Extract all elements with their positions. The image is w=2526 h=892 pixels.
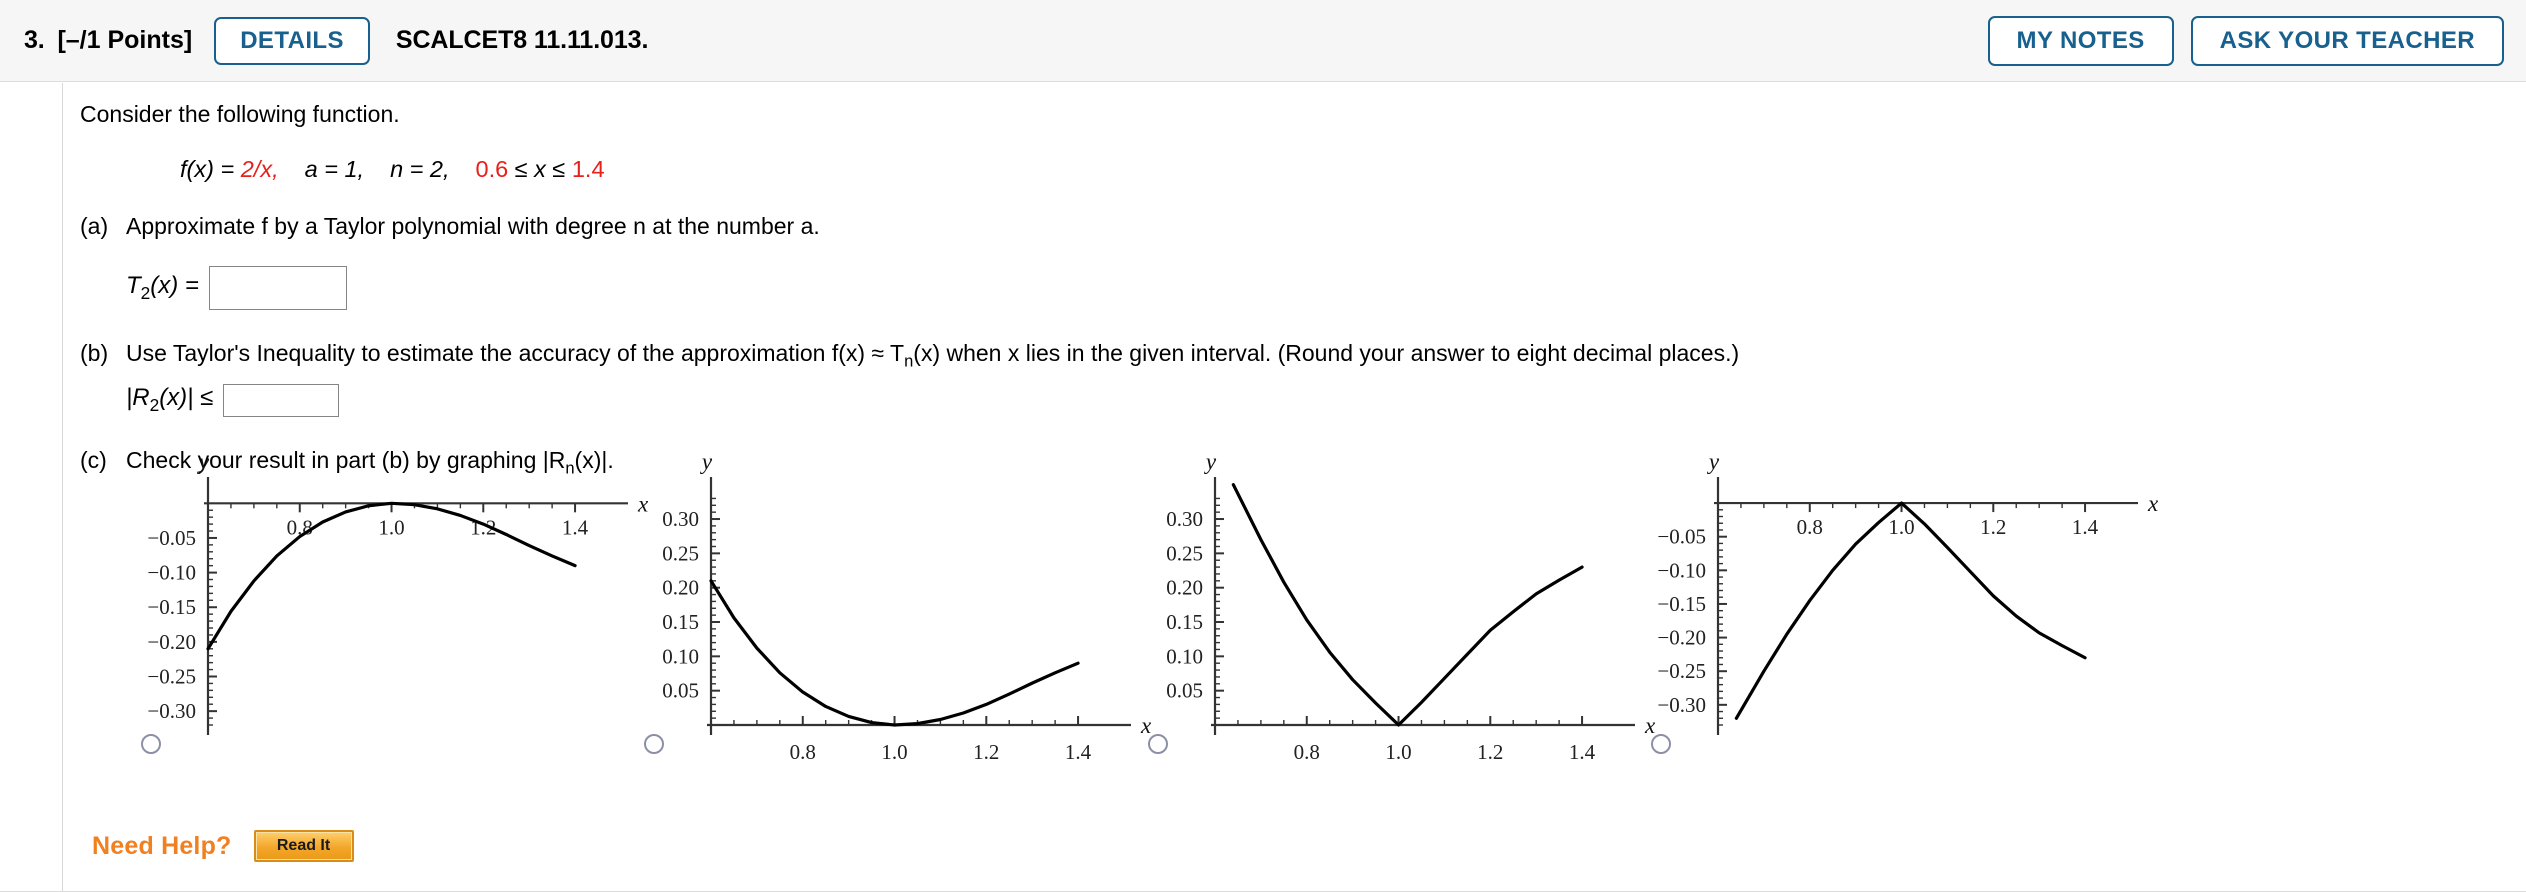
x-tick-label: 1.2 (1477, 740, 1503, 764)
details-button[interactable]: DETAILS (214, 16, 370, 65)
part-a-answer-label: T2(x) = (126, 272, 199, 303)
y-tick-label: 0.20 (1166, 576, 1203, 600)
radio-choice-2[interactable] (644, 734, 664, 754)
y-tick-label: −0.25 (147, 665, 196, 689)
y-tick-label: 0.10 (1166, 644, 1203, 668)
y-tick-label: 0.15 (1166, 610, 1203, 634)
part-b-answer-row: |R2(x)| ≤ (126, 383, 2480, 417)
y-axis-label: y (1707, 449, 1720, 474)
intro-text: Consider the following function. (80, 101, 400, 127)
read-it-button[interactable]: Read It (253, 830, 354, 862)
x-tick-label: 1.0 (1385, 740, 1411, 764)
y-tick-label: −0.25 (1657, 659, 1706, 683)
x-tick-label: 1.4 (562, 515, 589, 539)
part-b-answer-input[interactable] (223, 383, 340, 417)
function-lhs: f(x) = (180, 156, 241, 183)
interval-low: 0.6 (475, 156, 509, 183)
y-tick-label: −0.20 (1657, 626, 1706, 650)
graph-choices: 0.8 1.0 1.2 1.4 −0.05 −0.10 −0.15 −0.20 −0.25 −0.… (110, 435, 2430, 765)
part-b-text: Use Taylor's Inequality to estimate the … (126, 340, 1740, 371)
y-tick-label: 0.10 (662, 644, 699, 668)
x-tick-label: 0.8 (1797, 515, 1823, 539)
x-tick-label: 1.0 (378, 515, 404, 539)
points-badge: [–/1 Points] (57, 26, 193, 54)
x-tick-label: 1.4 (1569, 740, 1596, 764)
y-tick-label: 0.05 (662, 679, 699, 703)
part-a-text: Approximate f by a Taylor polynomial wit… (126, 213, 820, 240)
y-tick-label: −0.20 (147, 630, 196, 654)
function-rhs: 2/x, (240, 156, 279, 183)
x-tick-label: 1.2 (973, 740, 999, 764)
y-tick-label: 0.25 (1166, 541, 1203, 565)
y-tick-label: 0.25 (662, 541, 699, 565)
y-tick-label: 0.30 (1166, 507, 1203, 531)
y-tick-label: −0.30 (147, 699, 196, 723)
radio-choice-1[interactable] (141, 734, 161, 754)
x-tick-label: 1.0 (1888, 515, 1914, 539)
left-divider (62, 83, 63, 892)
y-tick-label: −0.30 (1657, 693, 1706, 717)
part-b-label: (b) (80, 340, 109, 367)
header-actions: MY NOTES ASK YOUR TEACHER (1987, 15, 2504, 66)
plot-svg-2: 0.8 1.0 1.2 1.40.050.100.150.200.250.30xy (662, 449, 1152, 764)
x-axis-label: x (2147, 491, 2159, 516)
part-b: (b) Use Taylor's Inequality to estimate … (80, 340, 2480, 372)
question-number: 3. (24, 26, 45, 54)
y-axis-label: y (197, 449, 210, 474)
part-a-label: (a) (80, 213, 109, 240)
y-tick-label: 0.20 (662, 576, 699, 600)
x-tick-label: 1.2 (1980, 515, 2006, 539)
y-tick-label: 0.15 (662, 610, 699, 634)
parameter-a: a = 1, (304, 156, 365, 183)
question-body: Consider the following function. f(x) = … (80, 83, 2480, 478)
need-help-section: Need Help? Read It (92, 830, 354, 862)
y-tick-label: −0.10 (1657, 558, 1706, 582)
problem-code: SCALCET8 11.11.013. (395, 26, 649, 54)
x-tick-label: 0.8 (1294, 740, 1320, 764)
plot-svg-3: 0.8 1.0 1.2 1.40.050.100.150.200.250.30xy (1166, 449, 1656, 764)
y-tick-label: −0.15 (1657, 592, 1706, 616)
y-tick-label: 0.30 (662, 507, 699, 531)
graph-choice-4[interactable]: 0.8 1.0 1.2 1.4 −0.05 −0.10 −0.15 −0.20 −0.25 −0.… (1620, 435, 2180, 765)
y-tick-label: 0.05 (1166, 679, 1203, 703)
y-tick-label: −0.05 (1657, 525, 1706, 549)
my-notes-button[interactable]: MY NOTES (1987, 15, 2174, 66)
interval-high: 1.4 (571, 156, 605, 183)
curve (1231, 483, 1584, 727)
part-a-answer-input[interactable] (208, 266, 347, 311)
y-tick-label: −0.10 (147, 561, 196, 585)
x-tick-label: 1.4 (1065, 740, 1092, 764)
part-a: (a) Approximate f by a Taylor polynomial… (80, 213, 2480, 240)
interval-relation: ≤ x ≤ (508, 156, 572, 183)
part-b-answer-label: |R2(x)| ≤ (126, 384, 214, 416)
plot-svg-1: 0.8 1.0 1.2 1.4−0.05−0.10−0.15−0.20−0.25−0.… (147, 449, 649, 735)
graph-choice-2[interactable]: 0.8 1.0 1.2 1.4 0.05 0.10 0.15 0.20 0.25 0.30 x y (613, 435, 1173, 765)
part-a-answer-row: T2(x) = (126, 266, 2480, 311)
radio-choice-3[interactable] (1148, 734, 1168, 754)
y-tick-label: −0.15 (147, 595, 196, 619)
x-tick-label: 0.8 (790, 740, 816, 764)
need-help-label: Need Help? (92, 831, 232, 860)
x-tick-label: 1.4 (2072, 515, 2099, 539)
y-tick-label: −0.05 (147, 526, 196, 550)
y-axis-label: y (700, 449, 713, 474)
graph-choice-1[interactable]: 0.8 1.0 1.2 1.4 −0.05 −0.10 −0.15 −0.20 −0.25 −0.… (110, 435, 670, 765)
radio-choice-4[interactable] (1651, 734, 1671, 754)
ask-your-teacher-button[interactable]: ASK YOUR TEACHER (2190, 15, 2504, 66)
graph-choice-3[interactable]: 0.8 1.0 1.2 1.4 0.05 0.10 0.15 0.20 0.25 0.30 x y (1117, 435, 1677, 765)
x-tick-label: 1.0 (881, 740, 907, 764)
y-axis-label: y (1204, 449, 1217, 474)
parameter-n: n = 2, (390, 156, 450, 183)
curve (709, 579, 1080, 727)
plot-svg-4: 0.8 1.0 1.2 1.4 −0.05 −0.10 −0.15 −0.20 −0.25 −0.… (1657, 449, 2159, 735)
function-definition: f(x) = 2/x, a = 1, n = 2, 0.6 ≤ x ≤ 1.4 (180, 156, 2480, 183)
question-header: 3. [–/1 Points] DETAILS SCALCET8 11.11.0… (0, 0, 2526, 82)
